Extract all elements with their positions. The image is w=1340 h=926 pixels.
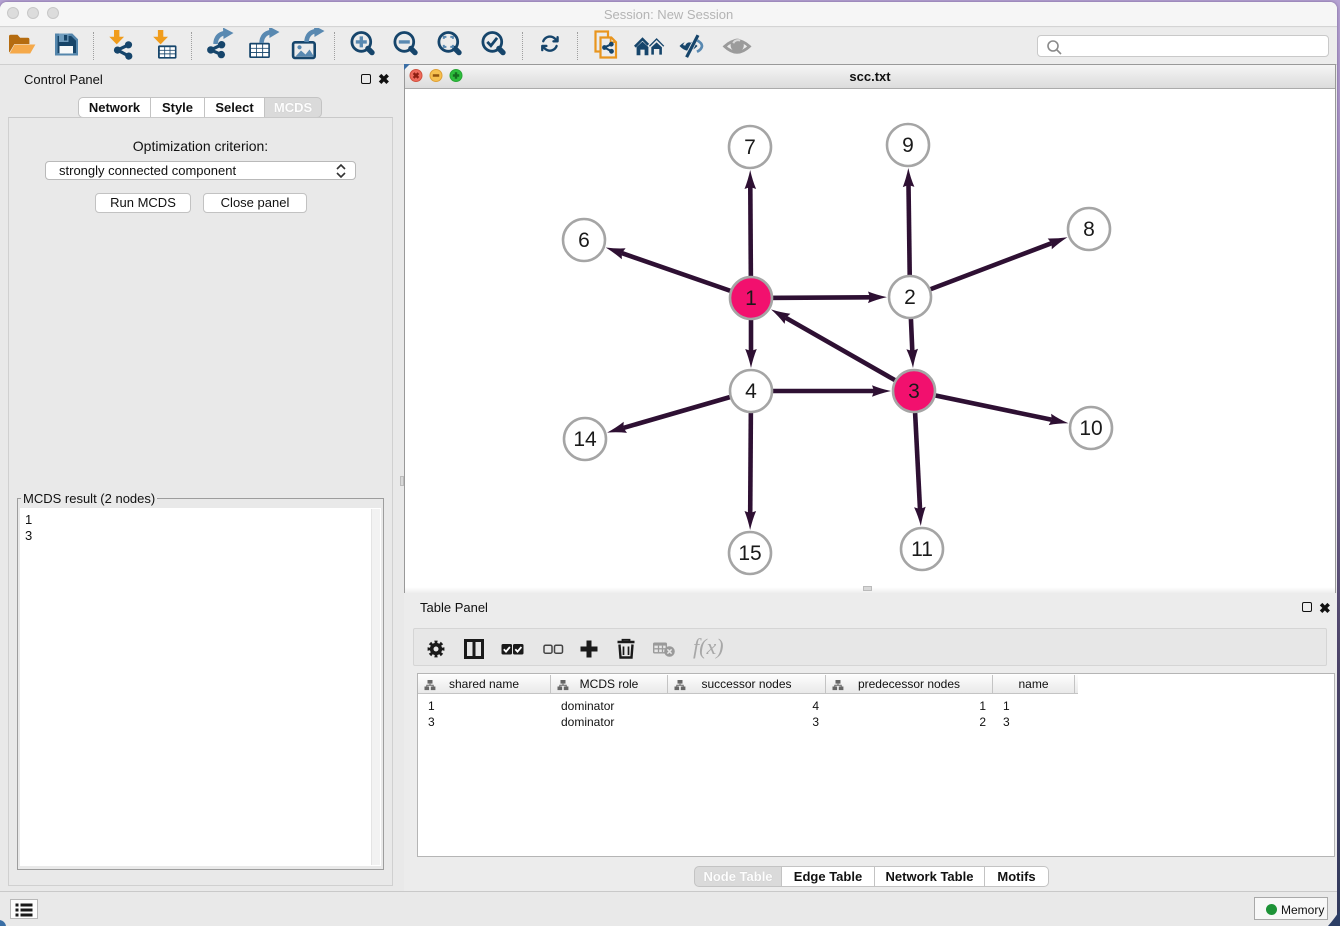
svg-text:14: 14 xyxy=(573,428,597,451)
svg-text:9: 9 xyxy=(902,134,914,157)
svg-text:7: 7 xyxy=(744,136,756,159)
svg-text:8: 8 xyxy=(1083,218,1095,241)
svg-text:1: 1 xyxy=(745,287,757,310)
svg-text:3: 3 xyxy=(908,380,920,403)
svg-text:4: 4 xyxy=(745,380,757,403)
svg-text:2: 2 xyxy=(904,286,916,309)
svg-text:10: 10 xyxy=(1079,417,1102,440)
svg-text:6: 6 xyxy=(578,229,590,252)
svg-text:11: 11 xyxy=(911,538,933,561)
svg-text:15: 15 xyxy=(738,542,761,565)
